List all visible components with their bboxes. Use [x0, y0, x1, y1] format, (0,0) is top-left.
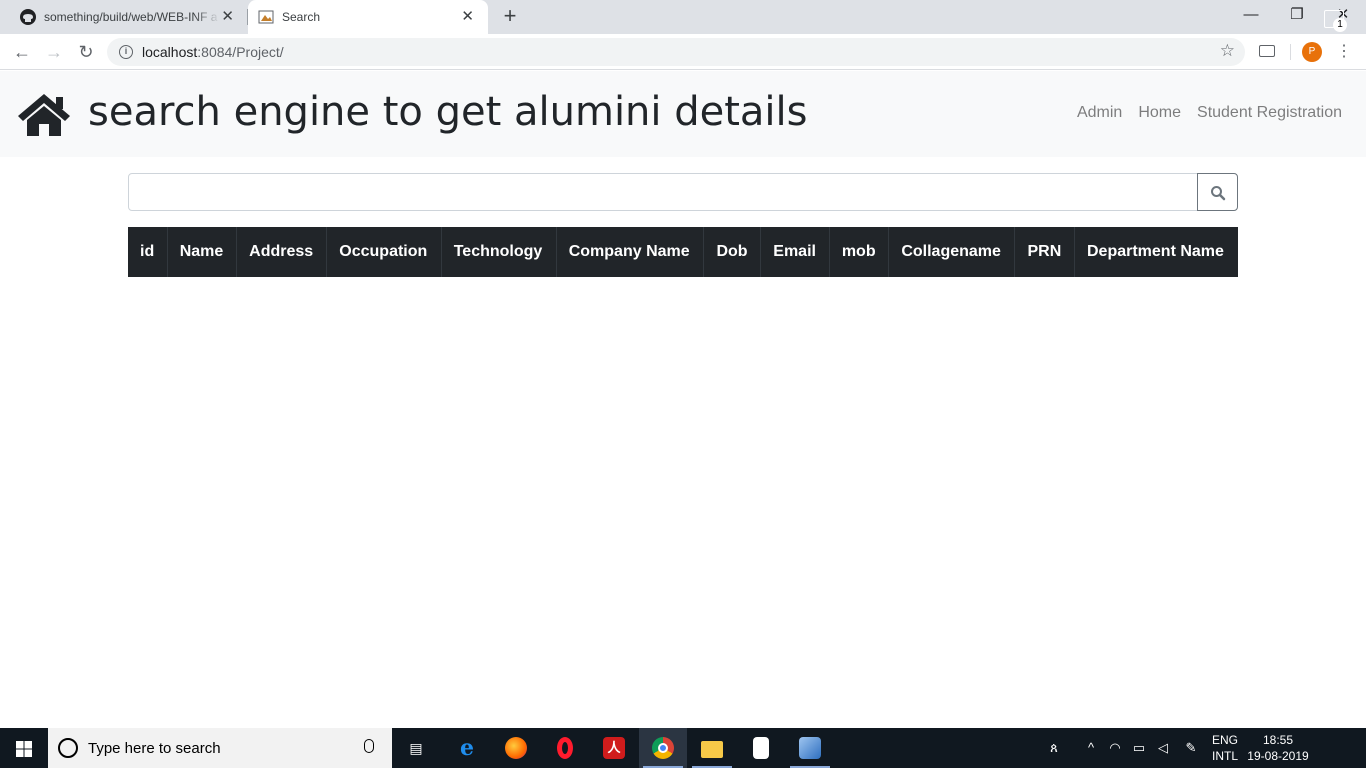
- chrome-icon: [652, 737, 674, 759]
- column-header-dob: Dob: [703, 227, 762, 277]
- taskbar-app-firefox[interactable]: [492, 728, 540, 768]
- clock-time: 18:55: [1262, 733, 1294, 747]
- pen-icon[interactable]: ✎: [1183, 740, 1199, 756]
- cast-icon[interactable]: [1259, 45, 1275, 57]
- reload-icon[interactable]: ↻: [74, 40, 98, 64]
- taskbar-app-acrobat[interactable]: 人: [590, 728, 638, 768]
- taskbar-search-box[interactable]: Type here to search: [48, 728, 392, 768]
- taskbar-search-placeholder: Type here to search: [88, 740, 221, 757]
- forward-arrow-icon[interactable]: →: [42, 40, 66, 64]
- show-hidden-icons-chevron-icon[interactable]: ^: [1083, 740, 1099, 756]
- table-header-row: id Name Address Occupation Technology Co…: [128, 227, 1238, 277]
- tab-title: something/build/web/WEB-INF a: [44, 10, 218, 24]
- url-text[interactable]: localhost:8084/Project/: [142, 44, 284, 60]
- windows-taskbar: Type here to search ▤ e 人 ጰ ^ ◠ ▭ ◁ ✎ EN…: [0, 728, 1366, 768]
- column-header-id: id: [128, 227, 168, 277]
- browser-toolbar: ← → ↻ i localhost:8084/Project/ ☆: [0, 34, 1366, 70]
- column-header-address: Address: [236, 227, 328, 277]
- start-button[interactable]: [0, 728, 48, 768]
- virtualbox-icon: [799, 737, 821, 759]
- document-icon: [753, 737, 769, 759]
- firefox-icon: [505, 737, 527, 759]
- info-icon[interactable]: i: [119, 45, 133, 59]
- results-table: id Name Address Occupation Technology Co…: [128, 227, 1238, 277]
- tab-close-icon[interactable]: ✕: [461, 9, 474, 25]
- nav-home-link[interactable]: Home: [1138, 104, 1181, 122]
- search-group: [128, 173, 1238, 211]
- address-bar[interactable]: i localhost:8084/Project/ ☆: [107, 38, 1245, 66]
- back-arrow-icon[interactable]: ←: [10, 40, 34, 64]
- notification-count-badge: 1: [1333, 18, 1347, 32]
- column-header-name: Name: [167, 227, 238, 277]
- minimize-button[interactable]: —: [1228, 4, 1274, 28]
- tab-close-icon[interactable]: ✕: [221, 9, 234, 25]
- folder-icon: [701, 741, 723, 758]
- clock-date: 19-08-2019: [1247, 749, 1309, 763]
- microphone-icon[interactable]: [364, 739, 374, 753]
- search-input[interactable]: [128, 173, 1198, 211]
- tab-github[interactable]: something/build/web/WEB-INF a ✕: [8, 0, 248, 34]
- acrobat-icon: 人: [603, 737, 625, 759]
- opera-icon: [557, 737, 573, 759]
- keyboard-layout: INTL: [1212, 749, 1239, 763]
- volume-icon[interactable]: ◁: [1155, 740, 1171, 756]
- taskbar-app-virtualbox[interactable]: [786, 728, 834, 768]
- home-icon[interactable]: [16, 92, 72, 136]
- column-header-company-name: Company Name: [556, 227, 705, 277]
- column-header-department-name: Department Name: [1087, 243, 1224, 260]
- page-icon: [258, 10, 274, 24]
- edge-icon: e: [460, 735, 474, 761]
- github-icon: [20, 9, 36, 25]
- taskbar-app-edge[interactable]: e: [443, 728, 491, 768]
- menu-kebab-icon[interactable]: ⋮: [1336, 42, 1352, 62]
- search-button[interactable]: [1197, 173, 1238, 211]
- wifi-icon[interactable]: ◠: [1107, 740, 1123, 756]
- system-clock[interactable]: 18:55 19-08-2019: [1246, 732, 1310, 764]
- profile-avatar[interactable]: P: [1302, 42, 1322, 62]
- tab-title: Search: [282, 10, 321, 24]
- taskbar-app-opera[interactable]: [541, 728, 589, 768]
- nav-admin-link[interactable]: Admin: [1077, 104, 1122, 122]
- task-view-icon: ▤: [409, 740, 423, 756]
- battery-icon[interactable]: ▭: [1131, 740, 1147, 756]
- language-code: ENG: [1212, 733, 1239, 747]
- column-header-email: Email: [760, 227, 830, 277]
- input-language[interactable]: ENG INTL: [1212, 732, 1238, 764]
- new-tab-icon[interactable]: +: [500, 5, 520, 27]
- site-navbar: search engine to get alumini details Adm…: [0, 71, 1366, 157]
- tab-search[interactable]: Search ✕: [248, 0, 488, 34]
- taskbar-app-file-explorer[interactable]: [688, 728, 736, 768]
- nav-student-registration-link[interactable]: Student Registration: [1197, 104, 1342, 122]
- search-icon: [1211, 186, 1226, 201]
- nav-links: Admin Home Student Registration: [1077, 104, 1342, 122]
- bookmark-star-icon[interactable]: ☆: [1220, 41, 1235, 61]
- column-header-collagename: Collagename: [888, 227, 1016, 277]
- restore-button[interactable]: ❐: [1274, 4, 1320, 28]
- taskbar-app-chrome[interactable]: [639, 728, 687, 768]
- toolbar-divider: [1290, 44, 1291, 60]
- column-header-occupation: Occupation: [326, 227, 442, 277]
- column-header-technology: Technology: [441, 227, 557, 277]
- browser-tab-bar: something/build/web/WEB-INF a ✕ Search ✕…: [0, 0, 1366, 34]
- column-header-prn: PRN: [1014, 227, 1075, 277]
- site-title[interactable]: search engine to get alumini details: [88, 88, 808, 136]
- cortana-icon: [58, 738, 78, 758]
- task-view-button[interactable]: ▤: [392, 728, 440, 768]
- people-icon[interactable]: ጰ: [1046, 740, 1062, 756]
- windows-logo-icon: [16, 741, 32, 757]
- taskbar-app-notepad[interactable]: [737, 728, 785, 768]
- column-header-mob: mob: [829, 227, 890, 277]
